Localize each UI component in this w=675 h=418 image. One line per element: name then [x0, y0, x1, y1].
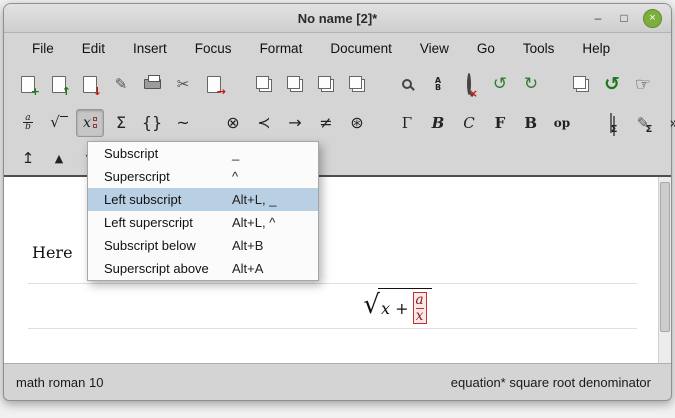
clipboard-icon[interactable] [343, 70, 371, 98]
status-context: equation* square root denominator [451, 375, 659, 390]
fraction-icon[interactable]: a b [14, 109, 42, 137]
replace-icon[interactable]: A B [424, 70, 452, 98]
operator-text-icon[interactable]: op [548, 109, 576, 137]
sqrt-sign: √ [363, 292, 380, 318]
toolbar-overflow-icon[interactable]: » [660, 109, 675, 137]
print-icon[interactable] [138, 70, 166, 98]
stamp-icon[interactable] [567, 70, 595, 98]
greek-gamma-icon[interactable]: Γ [393, 109, 421, 137]
equation[interactable]: √ x + a x [363, 288, 431, 325]
maximize-button[interactable]: □ [617, 11, 631, 25]
paragraph-text: Here [32, 243, 73, 262]
menu-item-left-subscript[interactable]: Left subscript Alt+L, _ [88, 188, 318, 211]
undo-icon[interactable]: ↺ [486, 70, 514, 98]
menu-item-subscript[interactable]: Subscript _ [88, 142, 318, 165]
copy-icon[interactable] [281, 70, 309, 98]
menu-bar: File Edit Insert Focus Format Document V… [4, 33, 671, 64]
scrollbar-thumb[interactable] [660, 182, 670, 332]
export-document-icon[interactable]: → [200, 70, 228, 98]
focus-top-icon[interactable]: ↥ [14, 144, 42, 172]
new-document-icon[interactable]: + [14, 70, 42, 98]
menu-focus[interactable]: Focus [183, 38, 244, 59]
save-document-icon[interactable]: ↓ [76, 70, 104, 98]
title-bar[interactable]: No name [2]* – □ × [4, 4, 671, 33]
scripts-icon[interactable]: x [76, 109, 104, 137]
status-mode: math roman 10 [16, 375, 103, 390]
calligraphic-icon[interactable]: C [455, 109, 483, 137]
menu-item-superscript-above[interactable]: Superscript above Alt+A [88, 257, 318, 280]
alphabet-group: Γ B C F B op [393, 109, 576, 137]
reload-icon[interactable]: ↺ [598, 70, 626, 98]
status-bar: math roman 10 equation* square root deno… [4, 363, 671, 400]
app-window: No name [2]* – □ × File Edit Insert Focu… [3, 3, 672, 401]
otimes-icon[interactable]: ⊗ [219, 109, 247, 137]
menu-document[interactable]: Document [318, 38, 404, 59]
operator-group: ⊗ ≺ → ≠ ⊛ [219, 109, 371, 137]
braces-icon[interactable]: {} [138, 109, 166, 137]
menu-format[interactable]: Format [248, 38, 315, 59]
redo-icon[interactable]: ↻ [517, 70, 545, 98]
focused-fraction[interactable]: a x [413, 292, 427, 325]
menu-help[interactable]: Help [570, 38, 622, 59]
clipboard-group [250, 70, 371, 98]
menu-item-left-superscript[interactable]: Left superscript Alt+L, ^ [88, 211, 318, 234]
rightarrow-icon[interactable]: → [281, 109, 309, 137]
stop-search-icon[interactable]: × [455, 70, 483, 98]
menu-item-subscript-below[interactable]: Subscript below Alt+B [88, 234, 318, 257]
session-group: ↺ ☞ [567, 70, 657, 98]
search-group: A B × ↺ ↻ [393, 70, 545, 98]
search-icon[interactable] [393, 70, 421, 98]
scripts-dropdown-menu: Subscript _ Superscript ^ Left subscript… [87, 141, 319, 281]
pointer-hand-icon[interactable]: ☞ [629, 70, 657, 98]
paste-icon[interactable] [312, 70, 340, 98]
scissors-icon[interactable]: ✂ [169, 70, 197, 98]
sqrt-radicand: x + a x [378, 288, 432, 325]
fraction-denominator: x [416, 308, 424, 324]
window-title: No name [2]* [4, 4, 671, 32]
bold-italic-icon[interactable]: B [424, 109, 452, 137]
menu-insert[interactable]: Insert [121, 38, 179, 59]
menu-go[interactable]: Go [465, 38, 507, 59]
menu-tools[interactable]: Tools [511, 38, 567, 59]
math-extra-group: Σ ✎ Σ » [598, 109, 675, 137]
menu-file[interactable]: File [20, 38, 66, 59]
math-toolbar: a b √ x Σ {} ~ ⊗ ≺ → [4, 104, 671, 141]
big-sum-icon[interactable]: Σ [107, 109, 135, 137]
vertical-scrollbar[interactable] [658, 177, 671, 363]
minimize-button[interactable]: – [591, 11, 605, 25]
menu-edit[interactable]: Edit [70, 38, 117, 59]
blackboard-icon[interactable]: B [517, 109, 545, 137]
templates-sigma-icon[interactable]: Σ [598, 109, 626, 137]
edit-tool-icon[interactable]: ✎ [107, 70, 135, 98]
structure-group: a b √ x Σ {} ~ [14, 109, 197, 137]
open-document-icon[interactable]: ↑ [45, 70, 73, 98]
fraktur-icon[interactable]: F [486, 109, 514, 137]
cut-icon[interactable] [250, 70, 278, 98]
equation-environment: √ x + a x [28, 283, 637, 329]
misc-symbol-icon[interactable]: ⊛ [343, 109, 371, 137]
prec-icon[interactable]: ≺ [250, 109, 278, 137]
sqrt-icon[interactable]: √ [45, 109, 73, 137]
wide-accent-icon[interactable]: ~ [169, 109, 197, 137]
focus-up-icon[interactable]: ▲ [45, 144, 73, 172]
menu-view[interactable]: View [408, 38, 461, 59]
neq-icon[interactable]: ≠ [312, 109, 340, 137]
close-button[interactable]: × [643, 9, 662, 28]
equation-prefix: x + [381, 299, 409, 318]
file-group: + ↑ ↓ ✎ ✂ → [14, 70, 228, 98]
main-toolbar: + ↑ ↓ ✎ ✂ → [4, 64, 671, 104]
window-controls: – □ × [591, 4, 662, 32]
edit-formula-icon[interactable]: ✎ Σ [629, 109, 657, 137]
fraction-numerator: a [416, 293, 424, 308]
menu-item-superscript[interactable]: Superscript ^ [88, 165, 318, 188]
